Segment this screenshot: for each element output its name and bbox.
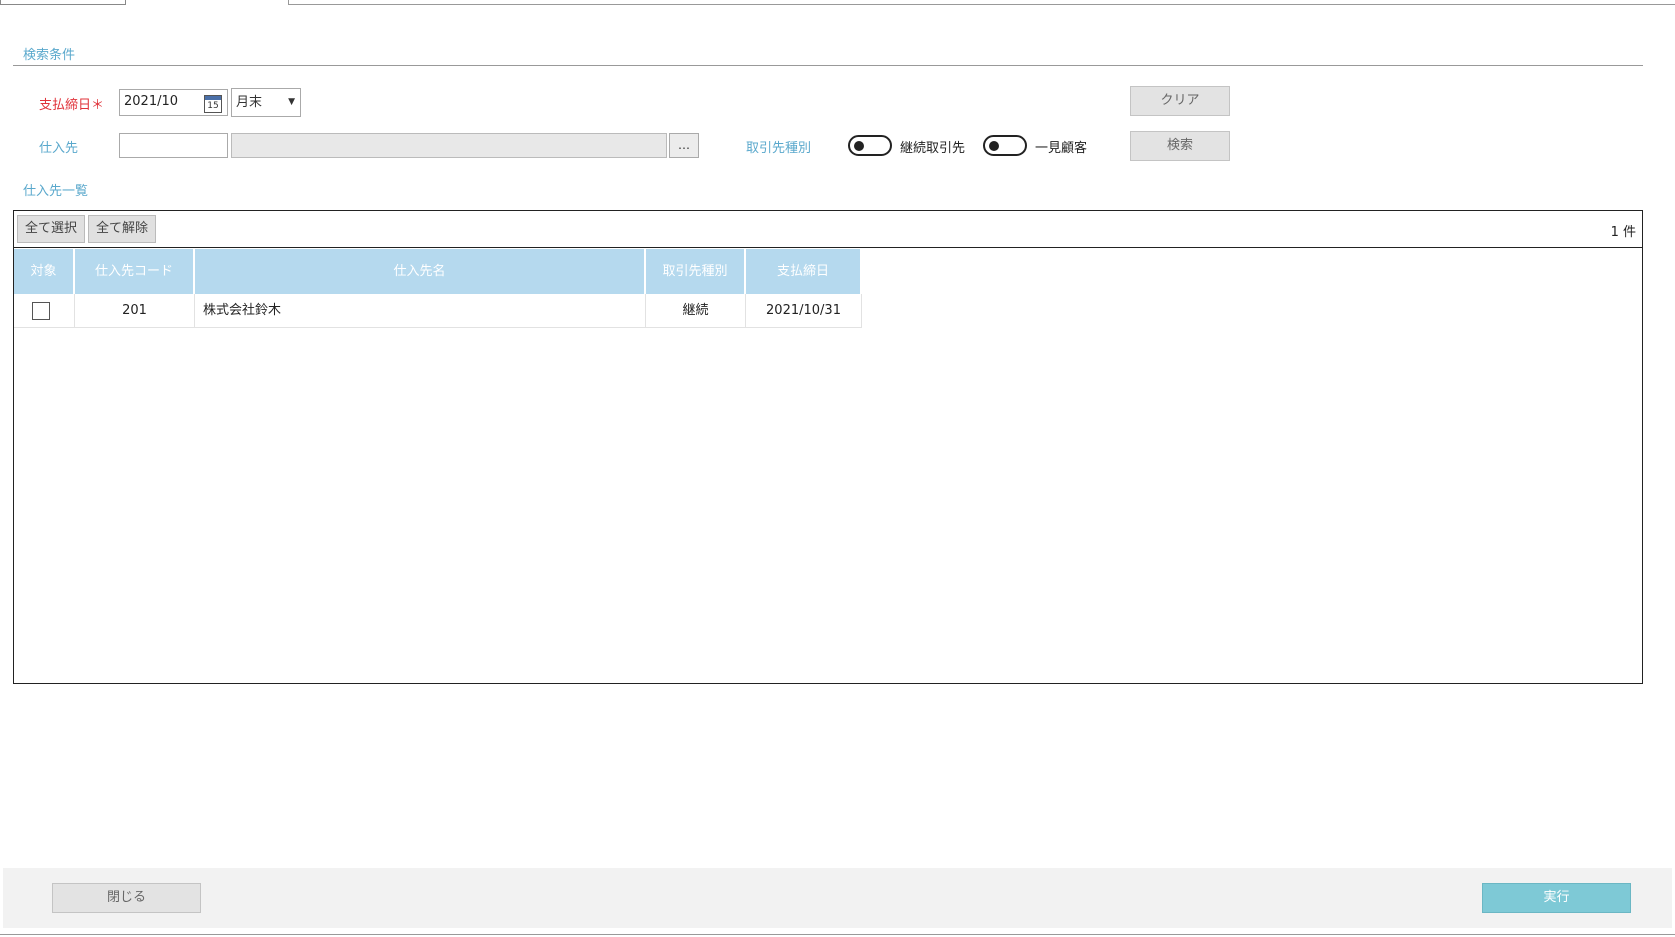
supplier-code-input[interactable] xyxy=(119,133,228,158)
search-conditions-title: 検索条件 xyxy=(23,48,76,63)
column-header-partner-type[interactable]: 取引先種別 xyxy=(646,249,746,294)
supplier-name-field xyxy=(231,133,667,158)
partner-type-label: 取引先種別 xyxy=(746,141,812,156)
execute-button[interactable]: 実行 xyxy=(1482,883,1631,913)
tab-first[interactable] xyxy=(0,0,126,5)
column-header-closing-date[interactable]: 支払締日 xyxy=(746,249,862,294)
clear-button[interactable]: クリア xyxy=(1130,86,1230,116)
column-header-supplier-code[interactable]: 仕入先コード xyxy=(75,249,195,294)
footer-bar xyxy=(3,868,1672,928)
close-button[interactable]: 閉じる xyxy=(52,883,201,913)
supplier-grid: 全て選択 全て解除 1 件 対象 仕入先コード 仕入先名 取引先種別 支払締日 … xyxy=(13,210,1643,684)
cell-partner-type: 継続 xyxy=(646,294,746,328)
closing-day-select[interactable]: 月末 ▼ xyxy=(231,88,301,117)
section-divider xyxy=(13,65,1643,66)
select-all-button[interactable]: 全て選択 xyxy=(17,215,85,243)
continuous-partner-toggle[interactable] xyxy=(848,135,892,156)
supplier-label: 仕入先 xyxy=(39,141,79,156)
row-select-checkbox[interactable] xyxy=(32,302,50,320)
search-button[interactable]: 検索 xyxy=(1130,131,1230,161)
cell-supplier-code: 201 xyxy=(75,294,195,328)
calendar-icon[interactable]: 15 xyxy=(204,95,222,113)
grid-toolbar: 全て選択 全て解除 1 件 xyxy=(14,211,1642,248)
footer-border xyxy=(0,934,1675,935)
chevron-down-icon: ▼ xyxy=(288,97,295,107)
tab-strip-line xyxy=(288,4,1675,5)
column-header-supplier-name[interactable]: 仕入先名 xyxy=(195,249,646,294)
column-header-target[interactable]: 対象 xyxy=(14,249,75,294)
onetime-customer-toggle[interactable] xyxy=(983,135,1027,156)
onetime-customer-label: 一見顧客 xyxy=(1035,141,1088,156)
record-count: 1 件 xyxy=(1610,225,1636,240)
table-row-checkbox-cell xyxy=(14,294,75,328)
cell-closing-date: 2021/10/31 xyxy=(746,294,862,328)
deselect-all-button[interactable]: 全て解除 xyxy=(88,215,156,243)
continuous-partner-label: 継続取引先 xyxy=(900,141,966,156)
supplier-list-title: 仕入先一覧 xyxy=(23,184,89,199)
calendar-icon-day: 15 xyxy=(207,101,219,111)
closing-date-label: 支払締日＊ xyxy=(39,98,105,113)
cell-supplier-name: 株式会社鈴木 xyxy=(195,294,646,328)
supplier-lookup-button[interactable]: … xyxy=(669,133,699,158)
closing-day-value: 月末 xyxy=(236,95,263,110)
